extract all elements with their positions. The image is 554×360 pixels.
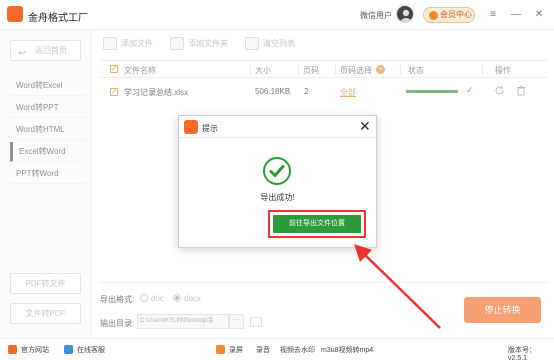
title-bar: 金舟格式工厂 微信用户 会员中心 ≡ — ✕ — [0, 0, 554, 30]
version-text: 版本号：v2.5.1 — [508, 347, 536, 360]
online-service-link[interactable]: 在线客服 — [77, 345, 105, 355]
dialog-title: 提示 — [202, 124, 218, 133]
user-name[interactable]: 微信用户 — [360, 10, 392, 21]
open-export-location-button[interactable]: 前往导出文件位置 — [273, 215, 361, 233]
home-icon — [8, 345, 17, 354]
audio-record-link[interactable]: 录音 — [256, 345, 270, 355]
app-title: 金舟格式工厂 — [28, 13, 88, 24]
chat-icon — [64, 345, 73, 354]
vip-center-button[interactable]: 会员中心 — [423, 7, 475, 23]
vip-center-label: 会员中心 — [440, 10, 472, 19]
app-logo — [184, 120, 198, 134]
remove-watermark-link[interactable]: 视频去水印 — [280, 345, 315, 355]
app-logo — [7, 6, 23, 22]
screen-record-link[interactable]: 录屏 — [229, 345, 243, 355]
success-check-icon — [263, 157, 291, 185]
minimize-icon[interactable]: — — [509, 8, 523, 22]
dialog-close-icon[interactable]: ✕ — [359, 118, 371, 135]
highlight-box: 前往导出文件位置 — [268, 210, 366, 238]
success-dialog: 提示 ✕ 导出成功! 前往导出文件位置 — [178, 115, 377, 248]
annotation-arrow — [354, 244, 441, 329]
menu-icon[interactable]: ≡ — [486, 8, 500, 22]
avatar[interactable] — [396, 5, 414, 23]
screen-record-icon — [216, 345, 225, 354]
official-site-link[interactable]: 官方网站 — [21, 345, 49, 355]
close-icon[interactable]: ✕ — [532, 8, 546, 22]
m3u8-convert-link[interactable]: m3u8视频转mp4 — [321, 345, 373, 355]
dialog-header: 提示 ✕ — [179, 116, 376, 138]
success-message: 导出成功! — [260, 193, 295, 202]
crown-icon — [429, 11, 438, 20]
